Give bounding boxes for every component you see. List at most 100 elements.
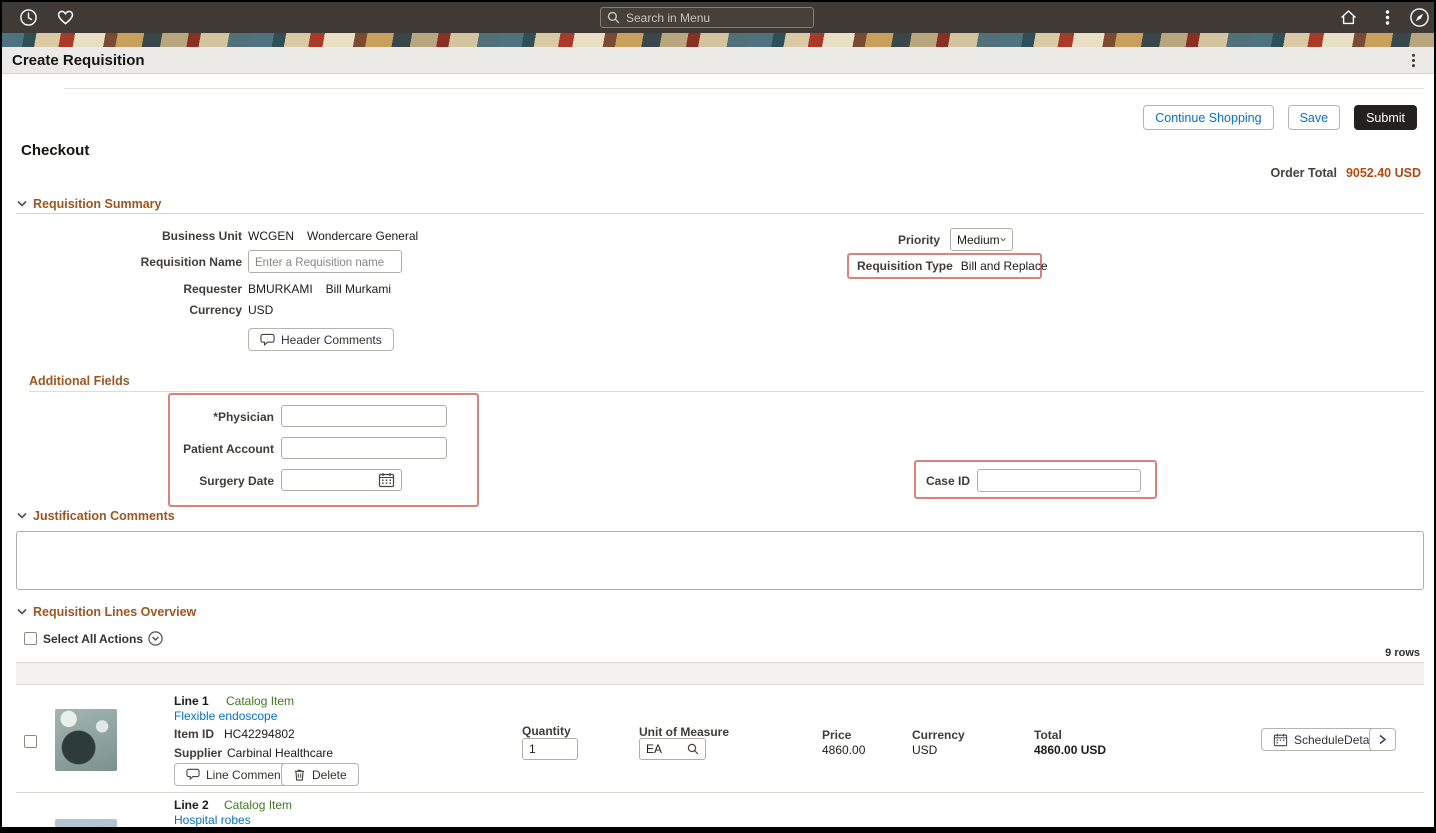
line-total-value: 4860.00 USD xyxy=(1034,743,1107,757)
chevron-down-icon xyxy=(17,200,27,207)
currency-label: Currency xyxy=(189,303,242,317)
requisition-type-label: Requisition Type xyxy=(857,259,953,273)
additional-fields-divider xyxy=(29,391,1424,392)
line-expand-button[interactable] xyxy=(1369,728,1396,751)
quantity-column-label-clipped: Quantity xyxy=(522,825,571,833)
business-unit-code: WCGEN xyxy=(248,229,294,243)
uom-column-label: Unit of Measure xyxy=(639,725,730,739)
physician-input[interactable] xyxy=(281,405,447,427)
order-total: Order Total 9052.40 USD xyxy=(1270,166,1421,180)
currency-value: USD xyxy=(248,303,274,317)
trash-icon xyxy=(294,769,305,781)
case-id-label: Case ID xyxy=(925,474,970,488)
create-requisition-page: Search in Menu Create Requisition Contin… xyxy=(0,0,1436,833)
line2-item-image xyxy=(55,819,117,827)
section-requisition-lines[interactable]: Requisition Lines Overview xyxy=(16,605,196,619)
delete-label: Delete xyxy=(312,767,347,782)
order-total-value: 9052.40 USD xyxy=(1345,166,1421,180)
actions-kebab-icon[interactable] xyxy=(1378,8,1397,27)
page-kebab-icon[interactable] xyxy=(1405,52,1422,74)
requester-name: Bill Murkami xyxy=(325,282,392,296)
home-icon[interactable] xyxy=(1339,8,1358,27)
requisition-name-input[interactable] xyxy=(248,250,402,273)
requisition-type-highlight: Requisition Type Bill and Replace xyxy=(847,253,1048,279)
case-id-input[interactable] xyxy=(977,469,1141,492)
chevron-down-icon xyxy=(1000,237,1006,242)
navbar-compass-icon[interactable] xyxy=(1409,7,1430,28)
additional-fields-highlight: *Physician Patient Account Surgery Date xyxy=(168,393,479,507)
uom-value: EA xyxy=(646,742,663,756)
patient-account-input[interactable] xyxy=(281,437,447,459)
circled-chevron-icon xyxy=(148,631,163,646)
total-column-label: Total xyxy=(1034,728,1062,742)
continue-shopping-button[interactable]: Continue Shopping xyxy=(1143,105,1274,130)
submit-button[interactable]: Submit xyxy=(1354,105,1417,130)
supplier-label: Supplier xyxy=(174,746,223,760)
line1-checkbox[interactable] xyxy=(24,735,37,748)
theme-banner xyxy=(2,33,1434,47)
schedule-calendar-icon xyxy=(1273,733,1288,746)
priority-label: Priority xyxy=(897,233,940,247)
patient-account-label: Patient Account xyxy=(183,442,274,456)
comment-bubble-icon xyxy=(186,768,200,781)
item-description-link[interactable]: Flexible endoscope xyxy=(174,709,277,723)
requisition-name-label: Requisition Name xyxy=(140,255,242,269)
header-comments-button[interactable]: Header Comments xyxy=(248,328,394,351)
currency-column-label: Currency xyxy=(912,728,965,742)
checkout-heading: Checkout xyxy=(21,142,90,159)
line-comments-label: Line Comments xyxy=(206,767,291,782)
section-justification-comments[interactable]: Justification Comments xyxy=(16,509,175,523)
section-title: Requisition Lines Overview xyxy=(33,605,197,619)
search-icon xyxy=(607,11,620,24)
actions-label: Actions xyxy=(99,631,144,646)
actions-menu[interactable]: Actions xyxy=(99,631,163,646)
quantity-input[interactable] xyxy=(522,738,578,760)
price-column-label: Price xyxy=(822,728,852,742)
section-title: Requisition Summary xyxy=(33,197,162,211)
chevron-right-icon xyxy=(1379,734,1387,745)
save-button[interactable]: Save xyxy=(1287,105,1341,130)
business-unit-label: Business Unit xyxy=(161,229,242,243)
business-unit-name: Wondercare General xyxy=(307,229,419,243)
recent-history-icon[interactable] xyxy=(19,8,38,27)
item-id-value: HC42294802 xyxy=(224,727,295,741)
case-id-highlight: Case ID xyxy=(914,460,1157,499)
supplier-value: Carbinal Healthcare xyxy=(227,746,334,760)
priority-value: Medium xyxy=(957,232,1000,247)
justification-comments-textarea[interactable] xyxy=(16,531,1424,590)
select-all-checkbox[interactable] xyxy=(24,632,37,645)
line-currency-value: USD xyxy=(912,743,938,757)
business-unit-value: WCGEN Wondercare General xyxy=(248,229,418,243)
table-header-strip xyxy=(16,662,1424,685)
search-input[interactable]: Search in Menu xyxy=(600,7,814,28)
uom-field[interactable]: EA xyxy=(639,738,706,760)
lookup-search-icon xyxy=(687,743,699,755)
schedule-details-label: ScheduleDetails xyxy=(1294,732,1381,747)
global-header: Search in Menu xyxy=(2,2,1434,33)
section-divider xyxy=(16,213,1424,214)
requester-value: BMURKAMI Bill Murkami xyxy=(248,282,391,296)
physician-label: *Physician xyxy=(213,410,274,424)
page-title: Create Requisition xyxy=(12,52,145,69)
line-type: Catalog Item xyxy=(226,694,295,708)
requester-code: BMURKAMI xyxy=(248,282,313,296)
quantity-column-label: Quantity xyxy=(522,724,571,738)
delete-button[interactable]: Delete xyxy=(281,763,359,786)
order-total-label: Order Total xyxy=(1270,166,1337,180)
priority-select[interactable]: Medium xyxy=(950,228,1013,251)
item-description-link[interactable]: Hospital robes xyxy=(174,813,251,827)
item-id-label: Item ID xyxy=(174,727,215,741)
requisition-type-value: Bill and Replace xyxy=(960,259,1048,273)
chevron-down-icon xyxy=(17,608,27,615)
line-number: Line 1 xyxy=(174,694,209,708)
section-title: Justification Comments xyxy=(33,509,175,523)
chevron-down-icon xyxy=(17,512,27,519)
calendar-icon[interactable] xyxy=(378,472,395,493)
page-title-bar: Create Requisition xyxy=(2,47,1434,74)
comment-bubble-icon xyxy=(260,333,275,346)
section-requisition-summary[interactable]: Requisition Summary xyxy=(16,197,162,211)
row-count: 9 rows xyxy=(1385,647,1420,659)
price-value: 4860.00 xyxy=(822,743,866,757)
requester-label: Requester xyxy=(183,282,242,296)
favorites-heart-icon[interactable] xyxy=(56,8,75,27)
